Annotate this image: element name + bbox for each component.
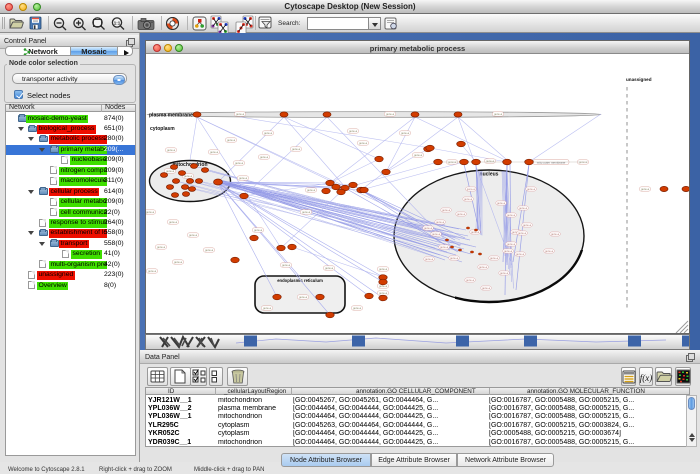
svg-text:gene-a: gene-a: [264, 132, 273, 135]
svg-text:gene-a: gene-a: [292, 148, 301, 151]
svg-text:gene-a: gene-a: [464, 198, 473, 201]
svg-text:gene-a: gene-a: [307, 189, 316, 192]
svg-text:gene-a: gene-a: [523, 224, 532, 227]
svg-text:gene-a: gene-a: [471, 231, 480, 234]
svg-text:unassigned: unassigned: [626, 77, 652, 82]
svg-text:gene-a: gene-a: [235, 162, 244, 165]
svg-text:gene-a: gene-a: [239, 177, 248, 180]
svg-text:gene-a: gene-a: [401, 132, 410, 135]
svg-text:gene-a: gene-a: [236, 113, 245, 116]
svg-text:gene-a: gene-a: [545, 250, 554, 253]
svg-text:gene-a: gene-a: [299, 296, 308, 299]
svg-text:gene-a: gene-a: [425, 258, 434, 261]
svg-text:gene-a: gene-a: [189, 234, 198, 237]
svg-text:gene-a: gene-a: [157, 246, 166, 249]
svg-text:gene-a: gene-a: [490, 257, 499, 260]
svg-text:gene-a: gene-a: [184, 175, 193, 178]
svg-text:gene-a: gene-a: [146, 211, 155, 214]
svg-text:gene-a: gene-a: [379, 292, 388, 295]
svg-text:gene-a: gene-a: [424, 227, 433, 230]
svg-text:1:1: 1:1: [114, 21, 121, 26]
svg-text:gene-a: gene-a: [260, 156, 269, 159]
svg-text:gene-a: gene-a: [254, 229, 263, 232]
svg-text:gene-a: gene-a: [518, 232, 527, 235]
svg-text:gene-a: gene-a: [467, 188, 476, 191]
svg-text:gene-a: gene-a: [302, 211, 311, 214]
svg-text:gene-a: gene-a: [227, 139, 236, 142]
svg-text:gene-a: gene-a: [579, 161, 588, 164]
svg-text:gene-a: gene-a: [174, 261, 183, 264]
svg-text:gene-a: gene-a: [205, 249, 214, 252]
svg-text:gene-a: gene-a: [169, 221, 178, 224]
svg-text:cytoplasm: cytoplasm: [150, 126, 175, 132]
svg-text:gene-a: gene-a: [440, 246, 449, 249]
svg-text:gene-a: gene-a: [527, 188, 536, 191]
svg-text:gene-a: gene-a: [457, 213, 466, 216]
svg-text:gene-a: gene-a: [353, 307, 362, 310]
svg-text:gene-a: gene-a: [282, 264, 291, 267]
svg-text:gene-a: gene-a: [166, 170, 175, 173]
svg-text:gene-a: gene-a: [148, 270, 157, 273]
svg-text:plasma membrane: plasma membrane: [149, 113, 193, 119]
svg-text:gene-a: gene-a: [210, 151, 219, 154]
svg-text:gene-a: gene-a: [507, 214, 516, 217]
svg-text:gene-a: gene-a: [482, 287, 491, 290]
svg-text:gene-a: gene-a: [494, 113, 503, 116]
svg-text:gene-a: gene-a: [432, 233, 441, 236]
svg-text:gene-a: gene-a: [263, 307, 272, 310]
svg-text:gene-a: gene-a: [466, 279, 475, 282]
svg-text:gene-a: gene-a: [349, 130, 358, 133]
svg-text:gene-a: gene-a: [442, 209, 451, 212]
svg-text:gene-a: gene-a: [500, 272, 509, 275]
svg-text:gene-a: gene-a: [436, 221, 445, 224]
svg-text:f(x): f(x): [640, 373, 653, 383]
svg-text:gene-a: gene-a: [507, 243, 516, 246]
svg-text:mito outer membrane: mito outer membrane: [537, 160, 566, 164]
svg-text:gene-a: gene-a: [325, 267, 334, 270]
svg-text:gene-a: gene-a: [450, 257, 459, 260]
svg-text:gene-a: gene-a: [359, 142, 368, 145]
svg-text:endoplasmic reticulum: endoplasmic reticulum: [277, 278, 323, 283]
svg-text:gene-a: gene-a: [379, 268, 388, 271]
svg-text:gene-a: gene-a: [516, 253, 525, 256]
svg-text:gene-a: gene-a: [448, 161, 457, 164]
svg-text:nucleus: nucleus: [480, 172, 499, 178]
svg-text:gene-a: gene-a: [497, 202, 506, 205]
svg-text:gene-a: gene-a: [519, 207, 528, 210]
svg-text:gene-a: gene-a: [379, 285, 388, 288]
svg-text:gene-a: gene-a: [167, 149, 176, 152]
svg-text:gene-a: gene-a: [386, 113, 395, 116]
svg-text:gene-a: gene-a: [414, 154, 423, 157]
svg-text:gene-a: gene-a: [551, 233, 560, 236]
svg-text:gene-a: gene-a: [641, 188, 650, 191]
svg-text:gene-a: gene-a: [479, 266, 488, 269]
svg-text:gene-a: gene-a: [504, 250, 513, 253]
svg-text:gene-a: gene-a: [486, 160, 495, 163]
